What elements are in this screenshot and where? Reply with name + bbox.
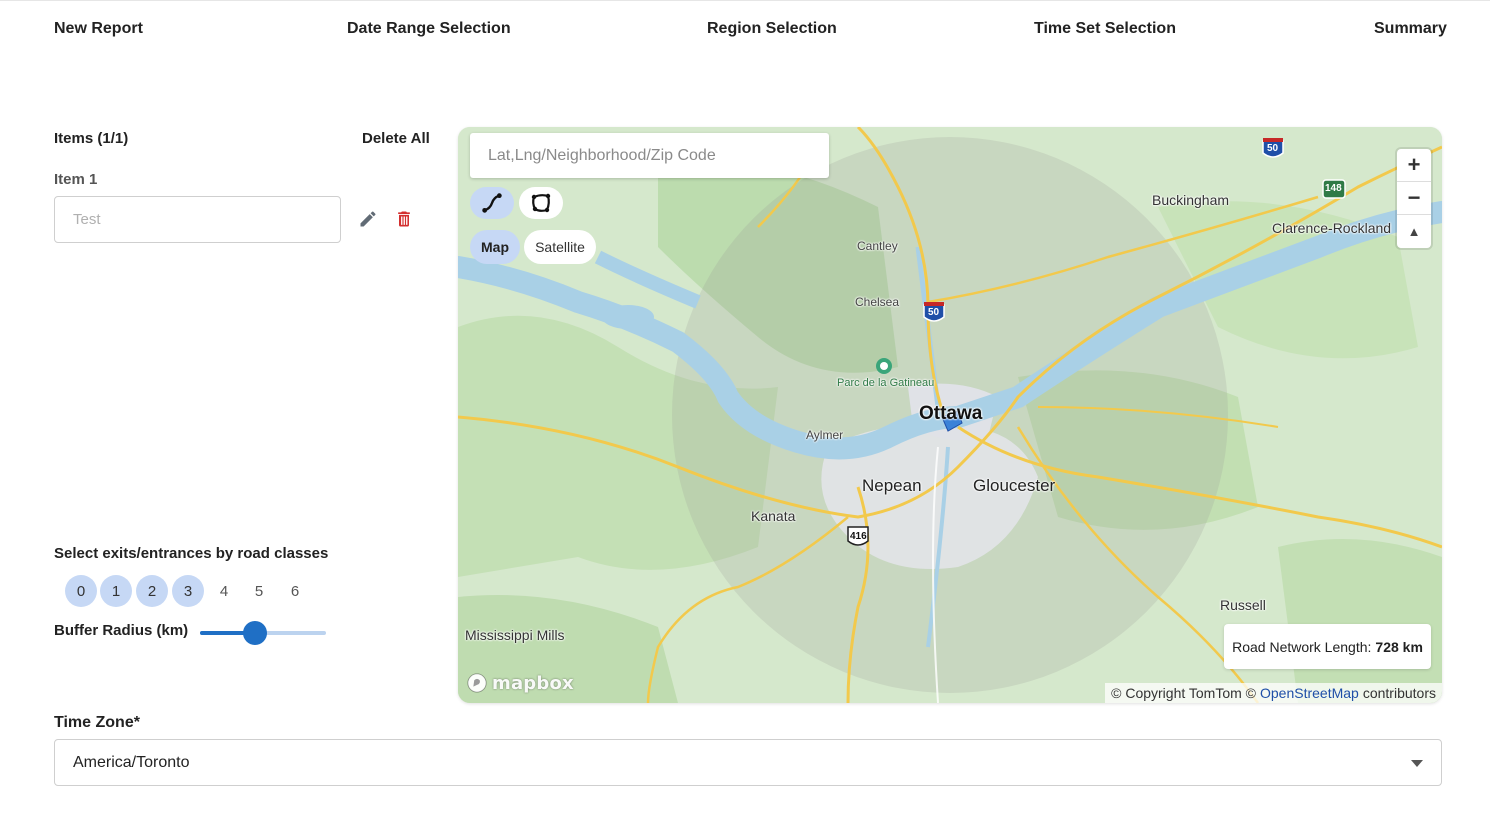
road-class-3[interactable]: 3: [172, 575, 204, 607]
draw-polygon-tool[interactable]: [519, 187, 563, 219]
step-time-set[interactable]: Time Set Selection: [1034, 20, 1176, 38]
location-search-input[interactable]: [470, 133, 829, 178]
satellite-layer-button[interactable]: Satellite: [524, 230, 596, 264]
buffer-radius-label: Buffer Radius (km): [54, 622, 189, 639]
mapbox-icon: [467, 673, 487, 693]
time-zone-select[interactable]: America/Toronto: [54, 739, 1442, 786]
pencil-icon: [360, 211, 376, 227]
attribution-suffix: contributors: [1362, 685, 1436, 701]
place-russell: Russell: [1220, 597, 1266, 613]
place-kanata: Kanata: [751, 508, 796, 524]
draw-line-tool[interactable]: [470, 187, 514, 219]
road-class-6[interactable]: 6: [279, 575, 311, 607]
map-layer-button[interactable]: Map: [470, 230, 520, 264]
place-gloucester: Gloucester: [973, 476, 1056, 495]
road-classes-title: Select exits/entrances by road classes: [54, 545, 329, 562]
road-class-5[interactable]: 5: [243, 575, 275, 607]
road-network-value: 728 km: [1375, 638, 1423, 655]
zoom-in-button[interactable]: +: [1397, 149, 1431, 182]
delete-all-button[interactable]: Delete All: [362, 130, 430, 147]
road-class-2[interactable]: 2: [136, 575, 168, 607]
zoom-out-button[interactable]: −: [1397, 182, 1431, 215]
road-class-1[interactable]: 1: [100, 575, 132, 607]
road-network-length: Road Network Length: 728 km: [1224, 624, 1431, 669]
highway-416-label: 416: [850, 531, 867, 542]
mapbox-logo-text: mapbox: [492, 672, 574, 694]
road-class-4[interactable]: 4: [208, 575, 240, 607]
edit-item-button[interactable]: [355, 206, 381, 232]
interstate-50-label-2: 50: [928, 307, 940, 318]
openstreetmap-link[interactable]: OpenStreetMap: [1260, 685, 1359, 701]
time-zone-label: Time Zone*: [54, 714, 140, 731]
interstate-50-label: 50: [1267, 143, 1279, 154]
place-cantley: Cantley: [857, 239, 898, 253]
zoom-controls: + − ▲: [1397, 149, 1431, 248]
top-divider: [0, 0, 1490, 1]
road-class-0[interactable]: 0: [65, 575, 97, 607]
place-ottawa: Ottawa: [919, 403, 983, 424]
dropdown-arrow-icon: [1411, 760, 1423, 767]
item-name-input[interactable]: [54, 196, 341, 243]
attribution-prefix: © Copyright TomTom ©: [1111, 685, 1256, 701]
route-148-label: 148: [1325, 183, 1342, 194]
report-stepper: New Report Date Range Selection Region S…: [54, 20, 1447, 42]
road-network-label: Road Network Length:: [1232, 638, 1372, 655]
polygon-icon: [531, 193, 551, 213]
polyline-icon: [482, 193, 502, 213]
place-chelsea: Chelsea: [855, 295, 900, 309]
map-attribution: © Copyright TomTom © OpenStreetMap contr…: [1105, 683, 1442, 703]
place-clarence-rockland: Clarence-Rockland: [1272, 220, 1392, 236]
slider-thumb[interactable]: [243, 621, 267, 645]
place-buckingham: Buckingham: [1152, 192, 1230, 208]
place-aylmer: Aylmer: [806, 428, 844, 442]
compass-button[interactable]: ▲: [1397, 215, 1431, 248]
place-nepean: Nepean: [862, 476, 922, 495]
mapbox-logo[interactable]: mapbox: [466, 671, 574, 695]
delete-item-button[interactable]: [391, 206, 417, 232]
time-zone-value: America/Toronto: [73, 753, 190, 771]
step-new-report[interactable]: New Report: [54, 20, 143, 38]
step-summary[interactable]: Summary: [1374, 20, 1447, 38]
place-mississippi-mills: Mississippi Mills: [465, 627, 565, 643]
buffer-radius-slider[interactable]: [200, 620, 326, 646]
step-region[interactable]: Region Selection: [707, 20, 837, 38]
items-count-title: Items (1/1): [54, 130, 129, 147]
step-date-range[interactable]: Date Range Selection: [347, 20, 511, 38]
place-gatineau-park: Parc de la Gatineau: [837, 377, 935, 389]
item-label: Item 1: [54, 171, 98, 188]
compass-icon: ▲: [1407, 224, 1421, 239]
trash-icon: [398, 211, 410, 227]
region-map[interactable]: 50 50 148 416 Ottawa Nepean Gloucester K…: [458, 127, 1442, 703]
